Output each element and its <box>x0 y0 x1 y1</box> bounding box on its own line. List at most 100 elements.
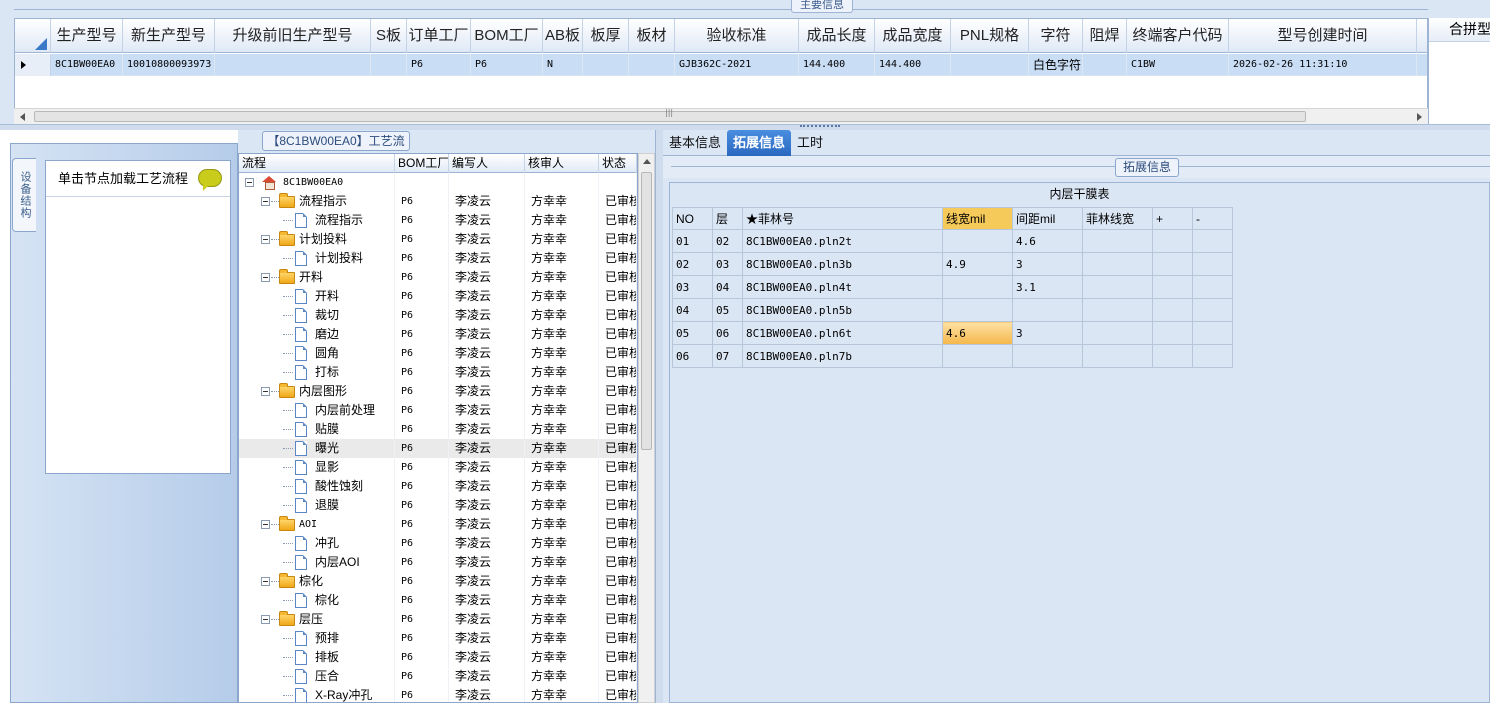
tree-row[interactable]: 层压 P6李凌云方幸幸已审核 <box>239 610 637 629</box>
scroll-up-icon[interactable] <box>643 159 651 164</box>
scroll-thumb-vertical[interactable] <box>641 172 652 450</box>
col-header-15[interactable]: 终端客户代码 <box>1127 19 1229 53</box>
collapse-toggle-icon[interactable] <box>245 178 254 187</box>
table-cell[interactable]: 8C1BW00EA0 <box>51 54 123 76</box>
table-cell[interactable]: N <box>543 54 583 76</box>
film-cell[interactable]: 04 <box>672 298 713 322</box>
table-cell[interactable]: 10010800093973 <box>123 54 215 76</box>
tree-node[interactable]: AOI <box>239 515 395 534</box>
film-col-header-0[interactable]: NO <box>672 207 713 230</box>
film-cell[interactable] <box>1012 298 1083 322</box>
tree-node[interactable]: 内层图形 <box>239 382 395 401</box>
tree-node[interactable]: 压合 <box>239 667 395 686</box>
table-row[interactable]: 03 04 8C1BW00EA0.pln4t 3.1 <box>672 275 1233 299</box>
table-cell[interactable]: GJB362C-2021 <box>675 54 799 76</box>
film-cell[interactable]: 03 <box>712 252 743 276</box>
tree-node[interactable]: 显影 <box>239 458 395 477</box>
col-header-writer[interactable]: 编写人 <box>449 154 525 173</box>
tree-row[interactable]: X-Ray冲孔 P6李凌云方幸幸已审核 <box>239 686 637 702</box>
film-cell[interactable] <box>942 229 1013 253</box>
table-row[interactable]: 04 05 8C1BW00EA0.pln5b <box>672 298 1233 322</box>
film-cell[interactable] <box>1082 344 1153 368</box>
table-cell[interactable] <box>215 54 371 76</box>
film-col-header-1[interactable]: 层 <box>712 207 743 230</box>
film-cell[interactable]: 3.1 <box>1012 275 1083 299</box>
tree-row[interactable]: 内层图形 P6李凌云方幸幸已审核 <box>239 382 637 401</box>
tree-node[interactable]: 酸性蚀刻 <box>239 477 395 496</box>
tree-node[interactable]: 曝光 <box>239 439 395 458</box>
col-header-1[interactable]: 新生产型号 <box>123 19 215 53</box>
table-cell[interactable]: C1BW <box>1127 54 1229 76</box>
tree-row[interactable]: 流程指示 P6李凌云方幸幸已审核 <box>239 192 637 211</box>
table-cell[interactable]: 144.400 <box>875 54 951 76</box>
tab-1[interactable]: 拓展信息 <box>727 130 792 156</box>
film-cell[interactable]: 8C1BW00EA0.pln4t <box>742 275 943 299</box>
collapse-toggle-icon[interactable] <box>261 520 270 529</box>
table-cell[interactable] <box>583 54 629 76</box>
film-cell[interactable] <box>1192 298 1233 322</box>
tree-row[interactable]: 开料 P6李凌云方幸幸已审核 <box>239 268 637 287</box>
film-cell[interactable] <box>1192 275 1233 299</box>
film-cell[interactable] <box>1152 229 1193 253</box>
tree-row[interactable]: 内层AOI P6李凌云方幸幸已审核 <box>239 553 637 572</box>
col-header-13[interactable]: 字符 <box>1029 19 1083 53</box>
film-cell[interactable]: 03 <box>672 275 713 299</box>
collapse-toggle-icon[interactable] <box>261 235 270 244</box>
film-cell[interactable] <box>942 344 1013 368</box>
film-cell[interactable]: 06 <box>712 321 743 345</box>
film-cell[interactable]: 05 <box>712 298 743 322</box>
film-cell[interactable]: 4.9 <box>942 252 1013 276</box>
col-header-14[interactable]: 阻焊 <box>1083 19 1127 53</box>
tree-node[interactable]: 贴膜 <box>239 420 395 439</box>
film-col-header-6[interactable]: + <box>1152 207 1193 230</box>
tree-node[interactable]: 棕化 <box>239 591 395 610</box>
tree-row[interactable]: 开料 P6李凌云方幸幸已审核 <box>239 287 637 306</box>
film-cell[interactable] <box>1152 252 1193 276</box>
film-cell[interactable] <box>1192 344 1233 368</box>
tree-row[interactable]: 压合 P6李凌云方幸幸已审核 <box>239 667 637 686</box>
col-header-12[interactable]: PNL规格 <box>951 19 1029 53</box>
film-cell[interactable] <box>1152 321 1193 345</box>
table-row[interactable]: 05 06 8C1BW00EA0.pln6t 4.6 3 <box>672 321 1233 345</box>
film-cell[interactable]: 04 <box>712 275 743 299</box>
table-cell[interactable]: 2026-02-26 11:31:10 <box>1229 54 1417 76</box>
tree-row[interactable]: 棕化 P6李凌云方幸幸已审核 <box>239 572 637 591</box>
col-header-3[interactable]: S板 <box>371 19 407 53</box>
col-header-6[interactable]: AB板 <box>543 19 583 53</box>
film-cell[interactable]: 8C1BW00EA0.pln2t <box>742 229 943 253</box>
table-cell[interactable] <box>1083 54 1127 76</box>
vertical-splitter[interactable] <box>655 130 663 703</box>
col-header-10[interactable]: 成品长度 <box>799 19 875 53</box>
tab-0[interactable]: 基本信息 <box>663 130 727 156</box>
vertical-scrollbar[interactable] <box>638 153 655 703</box>
table-cell[interactable]: 144.400 <box>799 54 875 76</box>
film-cell[interactable]: 07 <box>712 344 743 368</box>
col-header-11[interactable]: 成品宽度 <box>875 19 951 53</box>
sidebar-tab-device-structure[interactable]: 设备结构 <box>12 158 36 232</box>
tree-row[interactable]: 打标 P6李凌云方幸幸已审核 <box>239 363 637 382</box>
film-cell[interactable] <box>1192 321 1233 345</box>
tree-row[interactable]: 曝光 P6李凌云方幸幸已审核 <box>239 439 637 458</box>
tree-row[interactable]: 冲孔 P6李凌云方幸幸已审核 <box>239 534 637 553</box>
tree-node[interactable]: 退膜 <box>239 496 395 515</box>
tree-node[interactable]: 圆角 <box>239 344 395 363</box>
film-cell[interactable]: 8C1BW00EA0.pln5b <box>742 298 943 322</box>
table-cell[interactable]: P6 <box>407 54 471 76</box>
film-cell[interactable] <box>1012 344 1083 368</box>
film-cell[interactable] <box>1152 344 1193 368</box>
scroll-right-icon[interactable] <box>1417 113 1422 121</box>
tree-row[interactable]: 磨边 P6李凌云方幸幸已审核 <box>239 325 637 344</box>
tree-row[interactable]: 圆角 P6李凌云方幸幸已审核 <box>239 344 637 363</box>
tree-node[interactable]: 棕化 <box>239 572 395 591</box>
col-header-5[interactable]: BOM工厂 <box>471 19 543 53</box>
tree-node[interactable]: X-Ray冲孔 <box>239 686 395 702</box>
tree-node[interactable]: 开料 <box>239 287 395 306</box>
tree-row[interactable]: 退膜 P6李凌云方幸幸已审核 <box>239 496 637 515</box>
tree-node[interactable]: 8C1BW00EA0 <box>239 173 395 192</box>
film-cell[interactable]: 4.6 <box>942 321 1013 345</box>
tree-row[interactable]: 计划投料 P6李凌云方幸幸已审核 <box>239 230 637 249</box>
film-cell[interactable]: 4.6 <box>1012 229 1083 253</box>
col-header-0[interactable]: 生产型号 <box>51 19 123 53</box>
tree-row[interactable]: 8C1BW00EA0 <box>239 173 637 192</box>
table-cell[interactable] <box>629 54 675 76</box>
